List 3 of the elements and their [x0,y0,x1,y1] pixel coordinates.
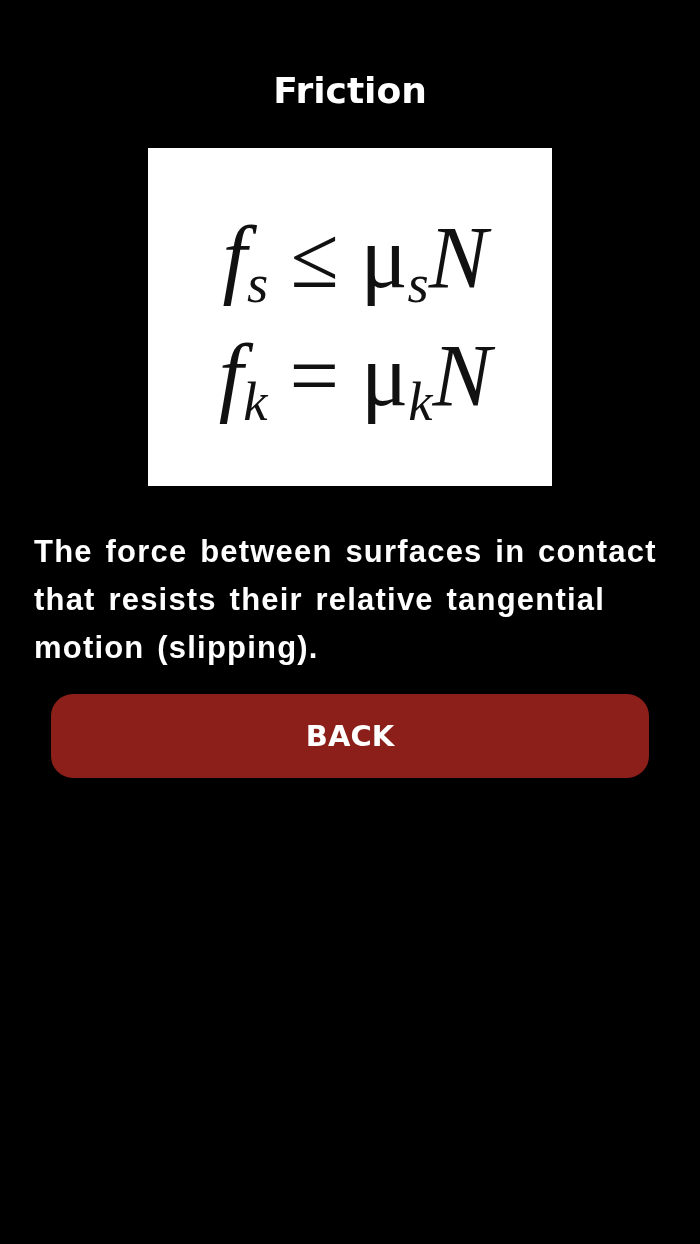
screen-title: Friction [273,69,427,113]
description-text: The force between surfaces in contact that resists their relative tangential motion (slipping). [33,533,658,667]
back-button[interactable]: BACK [51,694,649,778]
